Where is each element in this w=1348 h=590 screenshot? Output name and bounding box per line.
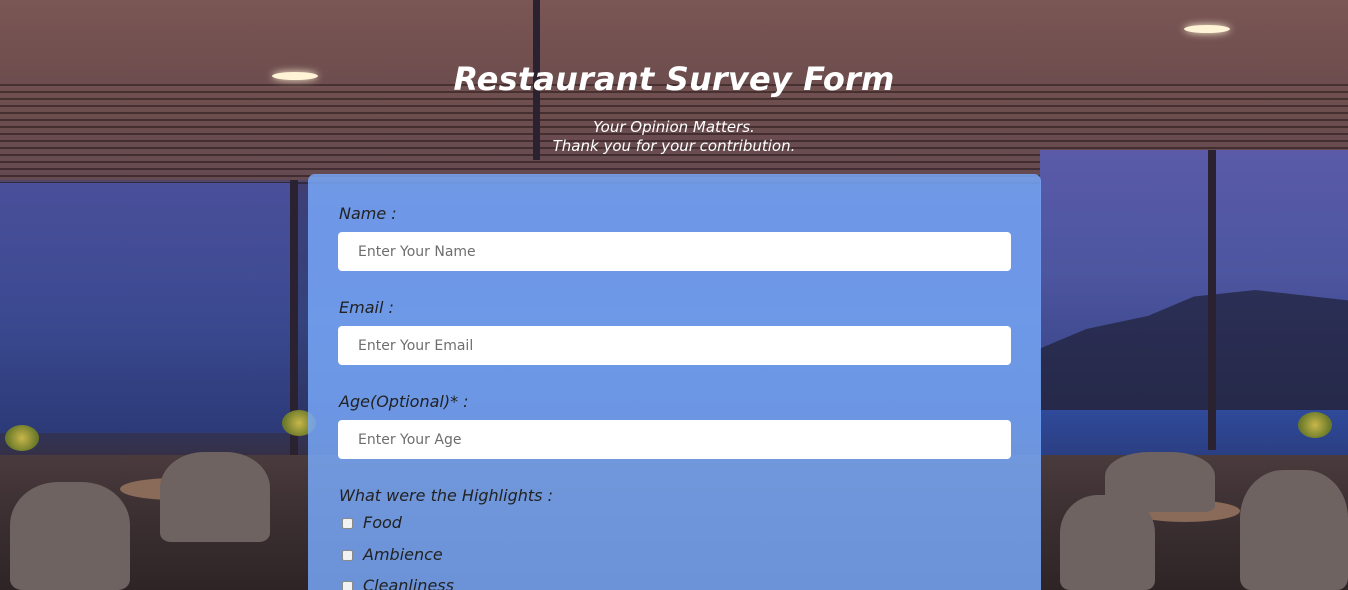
background-chair xyxy=(1105,452,1215,512)
highlights-label: What were the Highlights : xyxy=(339,486,553,505)
age-label: Age(Optional)* : xyxy=(339,392,469,411)
background-chair xyxy=(1240,470,1348,590)
highlight-option-ambience[interactable]: Ambience xyxy=(342,545,443,565)
background-plant xyxy=(5,425,39,451)
name-label: Name : xyxy=(339,204,397,223)
cleanliness-label: Cleanliness xyxy=(363,576,454,590)
page: Restaurant Survey Form Your Opinion Matt… xyxy=(0,0,1348,590)
page-title: Restaurant Survey Form xyxy=(453,60,895,98)
food-label: Food xyxy=(363,513,402,532)
background-ceiling-light xyxy=(1184,25,1230,33)
background-chair xyxy=(160,452,270,542)
email-input[interactable] xyxy=(338,326,1011,365)
background-window-left xyxy=(0,183,296,433)
page-subtitle: Your Opinion Matters. Thank you for your… xyxy=(0,118,1348,156)
survey-header: Restaurant Survey Form Your Opinion Matt… xyxy=(0,56,1348,156)
highlight-option-food[interactable]: Food xyxy=(342,513,402,533)
ambience-label: Ambience xyxy=(363,545,443,564)
name-input[interactable] xyxy=(338,232,1011,271)
subtitle-line: Thank you for your contribution. xyxy=(552,137,796,155)
age-input[interactable] xyxy=(338,420,1011,459)
background-chair xyxy=(10,482,130,590)
food-checkbox[interactable] xyxy=(342,517,353,529)
highlight-option-cleanliness[interactable]: Cleanliness xyxy=(342,576,454,590)
subtitle-line: Your Opinion Matters. xyxy=(593,118,755,136)
background-plant xyxy=(1298,412,1332,438)
background-window-frame xyxy=(1208,150,1216,450)
ambience-checkbox[interactable] xyxy=(342,549,353,561)
cleanliness-checkbox[interactable] xyxy=(342,580,353,590)
survey-form: Name : Email : Age(Optional)* : What wer… xyxy=(308,174,1041,590)
email-label: Email : xyxy=(339,298,394,317)
